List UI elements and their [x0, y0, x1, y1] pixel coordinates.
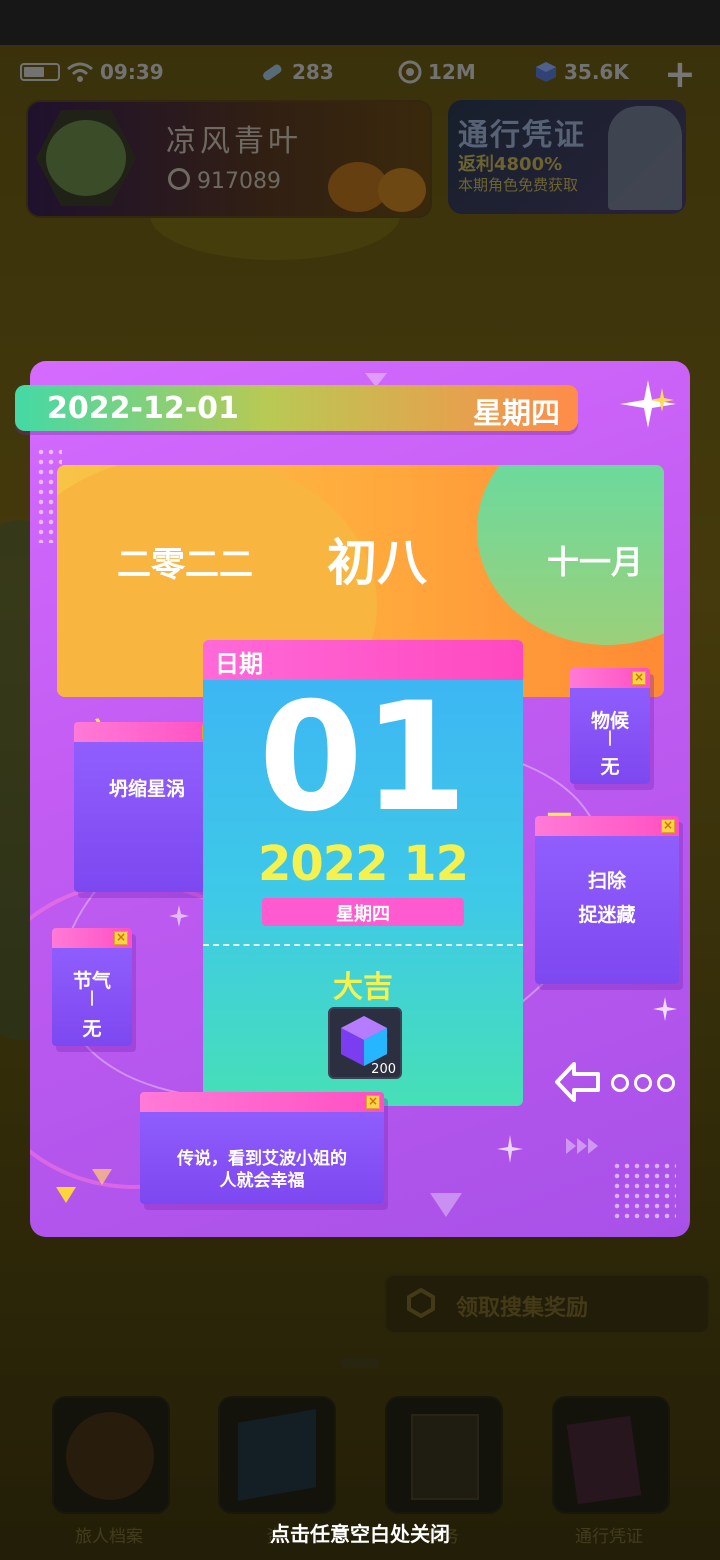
solar-term-divider: |: [89, 988, 95, 1006]
date-card-title: 日期: [215, 650, 263, 678]
lunar-year: 二零二二: [117, 545, 253, 585]
decor-dots: [612, 1161, 676, 1219]
weekday-text: 星期四: [472, 396, 560, 430]
ji-text-line: 捉迷藏: [578, 904, 636, 926]
fortune-text: 大吉: [333, 970, 393, 1005]
date-banner: 2022-12-01 星期四: [15, 385, 578, 431]
close-mark-icon: ×: [114, 930, 128, 945]
date-card: 日期 01 2022 12 星期四 大吉 200: [203, 640, 523, 1106]
yi-text: 坍缩星涡: [108, 778, 185, 800]
close-hint: 点击任意空白处关闭: [270, 1522, 450, 1546]
sparkle-icon: [653, 997, 677, 1021]
sparkle-icon: [169, 905, 189, 927]
year-month: 2022 12: [257, 836, 469, 892]
page-dot-icon: [634, 1074, 652, 1092]
yi-card-header: [74, 722, 220, 742]
page-dot-icon: [657, 1074, 675, 1092]
lunar-month: 十一月: [547, 543, 644, 581]
divider: [203, 944, 523, 946]
date-text: 2022-12-01: [47, 391, 239, 426]
decor-triangle: [56, 1187, 76, 1203]
ji-text-line: 扫除: [587, 870, 626, 892]
close-mark-icon: ×: [632, 670, 646, 685]
legend-card: × 传说，看到艾波小姐的 人就会幸福: [140, 1092, 384, 1204]
sparkle-icon: [620, 380, 676, 428]
page-dot-icon: [611, 1074, 629, 1092]
legend-line: 人就会幸福: [219, 1171, 305, 1191]
weekday-pill-text: 星期四: [336, 904, 390, 925]
weekday-pill: 星期四: [262, 898, 464, 926]
close-mark-icon: ×: [661, 818, 675, 833]
yi-card: × 坍缩星涡: [74, 722, 220, 892]
phenology-card: × 物候 | 无: [570, 668, 650, 784]
legend-card-header: [140, 1092, 384, 1112]
reward-count: 200: [371, 1062, 396, 1077]
ji-card: × 扫除 捉迷藏: [535, 816, 679, 984]
ji-card-header: [535, 816, 679, 836]
solar-term-value: 无: [82, 1018, 102, 1040]
solar-term-card: × 节气 | 无: [52, 928, 132, 1046]
sparkle-icon: [497, 1135, 523, 1163]
arrow-left-icon[interactable]: [554, 1061, 602, 1103]
cube-gem-icon: [341, 1016, 387, 1066]
lunar-day: 初八: [327, 534, 427, 592]
phenology-value: 无: [600, 756, 620, 778]
close-mark-icon: ×: [366, 1094, 380, 1109]
decor-triangle: [430, 1193, 462, 1217]
phenology-divider: |: [607, 728, 613, 746]
decor-triangle: [92, 1169, 112, 1185]
day-number: 01: [258, 671, 468, 845]
fast-forward-icon: [566, 1138, 598, 1154]
reward-item[interactable]: 200: [328, 1007, 402, 1079]
